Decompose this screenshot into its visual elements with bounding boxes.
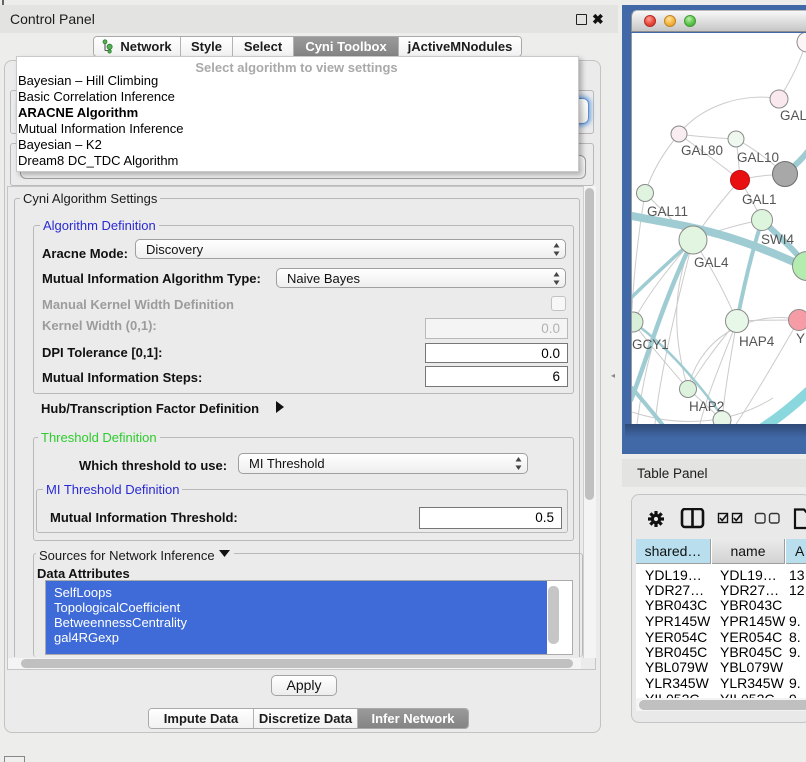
svg-text:GCY1: GCY1: [632, 337, 669, 352]
svg-text:GAL1: GAL1: [742, 192, 777, 207]
svg-text:GAL4: GAL4: [694, 255, 729, 270]
svg-text:GAL11: GAL11: [647, 204, 688, 219]
svg-text:HAP4: HAP4: [739, 334, 775, 349]
svg-text:Y: Y: [796, 331, 805, 346]
svg-text:GAL80: GAL80: [681, 143, 723, 158]
svg-text:GAL10: GAL10: [737, 150, 779, 165]
svg-text:SWI4: SWI4: [761, 232, 794, 247]
svg-text:GAL: GAL: [780, 108, 806, 123]
svg-text:HAP2: HAP2: [689, 399, 724, 414]
